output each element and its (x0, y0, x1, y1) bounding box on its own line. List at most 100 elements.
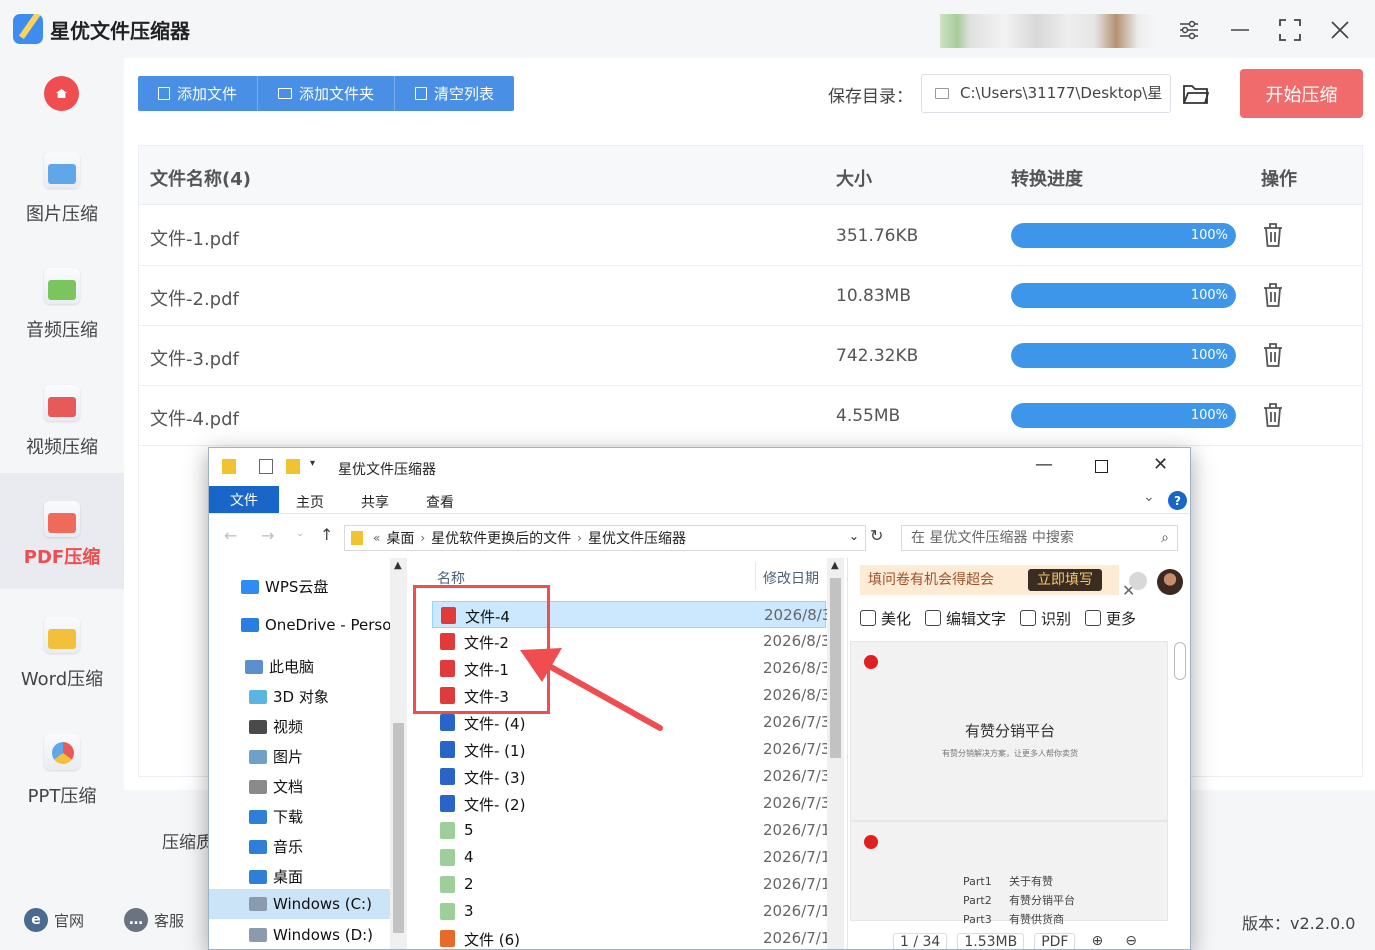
tab-home[interactable]: 主页 (296, 492, 324, 512)
up-icon[interactable]: ↑ (320, 525, 333, 544)
refresh-icon[interactable]: ↻ (870, 526, 883, 545)
start-compress-button[interactable]: 开始压缩 (1240, 69, 1363, 118)
sidebar-item-ppt-compress[interactable]: PPT压缩 (0, 722, 124, 838)
preview-pane: 填问卷有机会得超会 立即填写 ✕ 美化 编辑文字 识别 更多 有赞分销平台 有赞分销解… (847, 558, 1190, 949)
delete-icon[interactable] (1262, 402, 1284, 428)
breadcrumb-item[interactable]: 星优软件更换后的文件 (431, 528, 571, 548)
sidebar-item-image-compress[interactable]: 图片压缩 (0, 140, 124, 256)
nav-item[interactable]: 图片 (249, 746, 303, 767)
new-folder-icon[interactable] (286, 459, 300, 474)
file-list-item[interactable]: 2 2026/7/1 (432, 871, 830, 898)
nav-item[interactable]: 3D 对象 (249, 686, 329, 707)
file-list-item[interactable]: 文件-1 2026/8/3 (432, 655, 830, 682)
nav-item[interactable]: 音乐 (249, 836, 303, 857)
maximize-icon[interactable] (1095, 460, 1108, 473)
preview-tool-beautify[interactable]: 美化 (860, 608, 911, 634)
scroll-up-icon[interactable]: ▲ (831, 560, 839, 571)
recent-dropdown-icon[interactable]: ⌄ (296, 528, 304, 539)
scroll-thumb[interactable] (1174, 642, 1186, 680)
minimize-icon[interactable]: — (1035, 454, 1053, 475)
file-list-item[interactable]: 文件 (6) 2026/7/1 (432, 925, 830, 949)
file-list-scrollbar[interactable]: ▲ (827, 558, 844, 949)
column-date[interactable]: 修改日期 (763, 568, 819, 588)
nav-item-label: 视频 (273, 718, 304, 736)
tab-share[interactable]: 共享 (361, 492, 389, 512)
nav-scrollbar[interactable]: ▲ (390, 558, 407, 949)
preview-scrollbar[interactable] (1170, 638, 1190, 949)
properties-icon[interactable] (259, 459, 273, 474)
save-directory-field[interactable]: C:\Users\31177\Desktop\星 (921, 74, 1171, 113)
zoom-out-icon[interactable]: ⊖ (1119, 933, 1143, 949)
file-list-item[interactable]: 文件- (2) 2026/7/3 (432, 790, 830, 817)
delete-icon[interactable] (1262, 282, 1284, 308)
preview-tool-ocr[interactable]: 识别 (1020, 608, 1071, 634)
progress-fill: 100% (1011, 283, 1236, 308)
delete-icon[interactable] (1262, 222, 1284, 248)
breadcrumb-item[interactable]: 桌面 (386, 528, 414, 548)
column-name[interactable]: 名称 (437, 568, 465, 588)
address-bar[interactable]: « 桌面 › 星优软件更换后的文件 › 星优文件压缩器 ⌄ (344, 525, 866, 551)
nav-item[interactable]: Windows (C:) (209, 889, 390, 919)
search-input[interactable]: 在 星优文件压缩器 中搜索 ⌕ (901, 525, 1178, 551)
sidebar-item-video-compress[interactable]: 视频压缩 (0, 373, 124, 489)
file-list-item[interactable]: 3 2026/7/1 (432, 898, 830, 925)
add-folder-button[interactable]: 添加文件夹 (258, 76, 396, 111)
search-icon: ⌕ (1161, 530, 1169, 546)
nav-item-icon (241, 618, 259, 632)
preview-tool-edit-text[interactable]: 编辑文字 (925, 608, 1006, 634)
nav-item[interactable]: 文档 (249, 776, 303, 797)
clear-list-button[interactable]: 清空列表 (395, 76, 514, 111)
nav-item[interactable]: 此电脑 (245, 656, 314, 677)
maximize-icon[interactable] (1278, 18, 1302, 42)
forward-icon[interactable]: → (261, 526, 274, 545)
close-icon[interactable] (1328, 18, 1352, 42)
nav-item[interactable]: OneDrive - Person (241, 616, 401, 634)
customer-service-link[interactable]: … 客服 (124, 908, 184, 932)
promo-fill-button[interactable]: 立即填写 (1028, 569, 1102, 591)
breadcrumb-item[interactable]: 星优文件压缩器 (588, 528, 686, 548)
file-list-item[interactable]: 文件- (3) 2026/7/3 (432, 763, 830, 790)
avatar[interactable] (1157, 569, 1183, 595)
sidebar-item-word-compress[interactable]: Word压缩 (0, 605, 124, 721)
file-list-item[interactable]: 5 2026/7/1 (432, 817, 830, 844)
scroll-thumb[interactable] (830, 578, 841, 758)
file-list-item[interactable]: 4 2026/7/1 (432, 844, 830, 871)
scroll-thumb[interactable] (393, 723, 404, 933)
minimize-icon[interactable] (1228, 18, 1252, 42)
nav-item[interactable]: 视频 (249, 716, 303, 737)
close-icon[interactable]: ✕ (1153, 454, 1168, 475)
tab-view[interactable]: 查看 (426, 492, 454, 512)
file-list-item[interactable]: 文件-2 2026/8/3 (432, 628, 830, 655)
home-icon[interactable] (44, 76, 79, 111)
nav-item[interactable]: Windows (D:) (249, 926, 373, 944)
website-link[interactable]: e 官网 (24, 908, 84, 932)
chevron-icon: « (373, 531, 381, 545)
image-icon (44, 152, 80, 188)
add-file-button[interactable]: 添加文件 (138, 76, 259, 111)
shield-icon[interactable] (1129, 572, 1147, 590)
file-list-item[interactable]: 文件-3 2026/8/3 (432, 682, 830, 709)
browse-folder-icon[interactable] (1182, 82, 1210, 105)
back-icon[interactable]: ← (224, 526, 237, 545)
sidebar-item-audio-compress[interactable]: 音频压缩 (0, 256, 124, 372)
settings-icon[interactable] (1177, 18, 1201, 42)
zoom-in-icon[interactable]: ⊕ (1085, 933, 1109, 949)
file-list-item[interactable]: 文件- (4) 2026/7/3 (432, 709, 830, 736)
sidebar-item-pdf-compress[interactable]: PDF压缩 (0, 473, 124, 589)
nav-item[interactable]: 下载 (249, 806, 303, 827)
chevron-down-icon[interactable]: ⌄ (849, 529, 859, 543)
nav-item[interactable]: 桌面 (249, 866, 303, 887)
preview-tool-more[interactable]: 更多 (1085, 608, 1136, 634)
chevron-down-icon[interactable]: ▾ (310, 458, 315, 469)
delete-icon[interactable] (1262, 342, 1284, 368)
scroll-up-icon[interactable]: ▲ (394, 560, 402, 571)
file-list-item[interactable]: 文件-4 2026/8/3 (432, 601, 831, 628)
chevron-down-icon[interactable]: ⌄ (1143, 489, 1155, 505)
file-list-item[interactable]: 文件- (1) 2026/7/3 (432, 736, 830, 763)
nav-item[interactable]: WPS云盘 (241, 576, 328, 597)
ppt-icon (44, 734, 80, 770)
nav-item-label: OneDrive - Person (265, 616, 401, 634)
tab-file[interactable]: 文件 (209, 486, 279, 513)
preview-page-1: 有赞分销平台 有赞分销解决方案，让更多人帮你卖货 (850, 641, 1168, 821)
help-icon[interactable]: ? (1168, 491, 1187, 510)
